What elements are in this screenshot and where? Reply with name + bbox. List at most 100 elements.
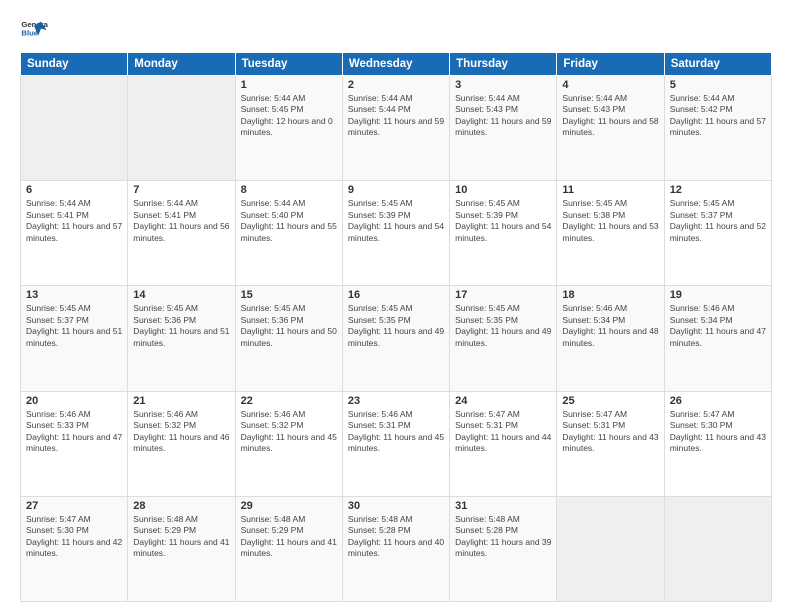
day-info: Sunrise: 5:47 AMSunset: 5:30 PMDaylight:…	[26, 514, 122, 560]
day-info: Sunrise: 5:45 AMSunset: 5:39 PMDaylight:…	[455, 198, 551, 244]
day-number: 21	[133, 395, 229, 407]
day-number: 12	[670, 184, 766, 196]
day-info: Sunrise: 5:46 AMSunset: 5:32 PMDaylight:…	[241, 409, 337, 455]
calendar-cell: 30 Sunrise: 5:48 AMSunset: 5:28 PMDayligh…	[342, 496, 449, 601]
day-number: 7	[133, 184, 229, 196]
calendar-cell: 18Sunrise: 5:46 AMSunset: 5:34 PMDayligh…	[557, 286, 664, 391]
day-info: Sunrise: 5:45 AMSunset: 5:35 PMDaylight:…	[348, 303, 444, 349]
calendar-cell	[21, 76, 128, 181]
day-info: Sunrise: 5:44 AMSunset: 5:44 PMDaylight:…	[348, 93, 444, 139]
calendar-cell: 28Sunrise: 5:48 AMSunset: 5:29 PMDayligh…	[128, 496, 235, 601]
calendar-cell: 25Sunrise: 5:47 AMSunset: 5:31 PMDayligh…	[557, 391, 664, 496]
day-number: 22	[241, 395, 337, 407]
calendar-cell: 24Sunrise: 5:47 AMSunset: 5:31 PMDayligh…	[450, 391, 557, 496]
weekday-header-saturday: Saturday	[664, 53, 771, 76]
logo-icon: General Blue	[20, 16, 48, 44]
calendar-cell: 29 Sunrise: 5:48 AMSunset: 5:29 PMDayligh…	[235, 496, 342, 601]
day-number: 10	[455, 184, 551, 196]
day-number: 14	[133, 289, 229, 301]
day-info: Sunrise: 5:46 AMSunset: 5:34 PMDaylight:…	[670, 303, 766, 349]
day-info: Sunrise: 5:44 AMSunset: 5:40 PMDaylight:…	[241, 198, 337, 244]
calendar-cell: 27 Sunrise: 5:47 AMSunset: 5:30 PMDayligh…	[21, 496, 128, 601]
day-info: Sunrise: 5:48 AMSunset: 5:28 PMDaylight:…	[348, 514, 444, 560]
calendar-cell: 16 Sunrise: 5:45 AMSunset: 5:35 PMDayligh…	[342, 286, 449, 391]
calendar-cell: 21 Sunrise: 5:46 AMSunset: 5:32 PMDayligh…	[128, 391, 235, 496]
calendar-cell	[128, 76, 235, 181]
day-number: 6	[26, 184, 122, 196]
weekday-header-thursday: Thursday	[450, 53, 557, 76]
calendar-cell: 22 Sunrise: 5:46 AMSunset: 5:32 PMDayligh…	[235, 391, 342, 496]
day-info: Sunrise: 5:46 AMSunset: 5:33 PMDaylight:…	[26, 409, 122, 455]
day-number: 25	[562, 395, 658, 407]
calendar-cell: 8 Sunrise: 5:44 AMSunset: 5:40 PMDaylight…	[235, 181, 342, 286]
day-info: Sunrise: 5:48 AMSunset: 5:28 PMDaylight:…	[455, 514, 551, 560]
day-info: Sunrise: 5:45 AMSunset: 5:35 PMDaylight:…	[455, 303, 551, 349]
day-info: Sunrise: 5:44 AMSunset: 5:41 PMDaylight:…	[133, 198, 229, 244]
day-info: Sunrise: 5:44 AMSunset: 5:41 PMDaylight:…	[26, 198, 122, 244]
day-number: 26	[670, 395, 766, 407]
calendar-cell: 6 Sunrise: 5:44 AMSunset: 5:41 PMDaylight…	[21, 181, 128, 286]
day-info: Sunrise: 5:45 AMSunset: 5:38 PMDaylight:…	[562, 198, 658, 244]
calendar-cell: 4 Sunrise: 5:44 AMSunset: 5:43 PMDaylight…	[557, 76, 664, 181]
calendar-cell: 5 Sunrise: 5:44 AMSunset: 5:42 PMDaylight…	[664, 76, 771, 181]
day-info: Sunrise: 5:45 AMSunset: 5:37 PMDaylight:…	[670, 198, 766, 244]
calendar-cell: 26 Sunrise: 5:47 AMSunset: 5:30 PMDayligh…	[664, 391, 771, 496]
day-info: Sunrise: 5:45 AMSunset: 5:39 PMDaylight:…	[348, 198, 444, 244]
day-number: 11	[562, 184, 658, 196]
day-number: 3	[455, 79, 551, 91]
calendar-week-row: 6 Sunrise: 5:44 AMSunset: 5:41 PMDaylight…	[21, 181, 772, 286]
day-number: 2	[348, 79, 444, 91]
day-number: 8	[241, 184, 337, 196]
day-number: 30	[348, 500, 444, 512]
calendar-cell: 1 Sunrise: 5:44 AMSunset: 5:45 PMDaylight…	[235, 76, 342, 181]
calendar-cell: 11 Sunrise: 5:45 AMSunset: 5:38 PMDayligh…	[557, 181, 664, 286]
weekday-header-row: SundayMondayTuesdayWednesdayThursdayFrid…	[21, 53, 772, 76]
day-number: 15	[241, 289, 337, 301]
logo: General Blue	[20, 16, 50, 44]
day-number: 16	[348, 289, 444, 301]
weekday-header-wednesday: Wednesday	[342, 53, 449, 76]
calendar-cell	[557, 496, 664, 601]
day-number: 17	[455, 289, 551, 301]
day-info: Sunrise: 5:45 AMSunset: 5:37 PMDaylight:…	[26, 303, 122, 349]
calendar-table: SundayMondayTuesdayWednesdayThursdayFrid…	[20, 52, 772, 602]
weekday-header-sunday: Sunday	[21, 53, 128, 76]
calendar-cell: 20 Sunrise: 5:46 AMSunset: 5:33 PMDayligh…	[21, 391, 128, 496]
calendar-cell: 2 Sunrise: 5:44 AMSunset: 5:44 PMDaylight…	[342, 76, 449, 181]
calendar-week-row: 27 Sunrise: 5:47 AMSunset: 5:30 PMDayligh…	[21, 496, 772, 601]
day-number: 23	[348, 395, 444, 407]
calendar-cell: 23Sunrise: 5:46 AMSunset: 5:31 PMDayligh…	[342, 391, 449, 496]
day-info: Sunrise: 5:45 AMSunset: 5:36 PMDaylight:…	[133, 303, 229, 349]
calendar-cell: 9 Sunrise: 5:45 AMSunset: 5:39 PMDaylight…	[342, 181, 449, 286]
day-number: 1	[241, 79, 337, 91]
calendar-cell: 17 Sunrise: 5:45 AMSunset: 5:35 PMDayligh…	[450, 286, 557, 391]
page: General Blue SundayMondayTuesdayWednesda…	[0, 0, 792, 612]
day-number: 31	[455, 500, 551, 512]
day-info: Sunrise: 5:46 AMSunset: 5:32 PMDaylight:…	[133, 409, 229, 455]
calendar-cell: 19Sunrise: 5:46 AMSunset: 5:34 PMDayligh…	[664, 286, 771, 391]
day-number: 29	[241, 500, 337, 512]
day-number: 5	[670, 79, 766, 91]
day-info: Sunrise: 5:44 AMSunset: 5:43 PMDaylight:…	[562, 93, 658, 139]
calendar-week-row: 1 Sunrise: 5:44 AMSunset: 5:45 PMDaylight…	[21, 76, 772, 181]
day-number: 27	[26, 500, 122, 512]
day-info: Sunrise: 5:48 AMSunset: 5:29 PMDaylight:…	[241, 514, 337, 560]
day-info: Sunrise: 5:44 AMSunset: 5:42 PMDaylight:…	[670, 93, 766, 139]
day-number: 4	[562, 79, 658, 91]
day-number: 9	[348, 184, 444, 196]
calendar-cell: 13Sunrise: 5:45 AMSunset: 5:37 PMDayligh…	[21, 286, 128, 391]
header: General Blue	[20, 16, 772, 44]
day-number: 24	[455, 395, 551, 407]
day-info: Sunrise: 5:47 AMSunset: 5:30 PMDaylight:…	[670, 409, 766, 455]
day-info: Sunrise: 5:44 AMSunset: 5:43 PMDaylight:…	[455, 93, 551, 139]
weekday-header-friday: Friday	[557, 53, 664, 76]
calendar-cell: 12 Sunrise: 5:45 AMSunset: 5:37 PMDayligh…	[664, 181, 771, 286]
calendar-cell	[664, 496, 771, 601]
day-info: Sunrise: 5:44 AMSunset: 5:45 PMDaylight:…	[241, 93, 337, 139]
calendar-cell: 3 Sunrise: 5:44 AMSunset: 5:43 PMDaylight…	[450, 76, 557, 181]
day-info: Sunrise: 5:48 AMSunset: 5:29 PMDaylight:…	[133, 514, 229, 560]
calendar-week-row: 13Sunrise: 5:45 AMSunset: 5:37 PMDayligh…	[21, 286, 772, 391]
calendar-cell: 15Sunrise: 5:45 AMSunset: 5:36 PMDayligh…	[235, 286, 342, 391]
day-number: 20	[26, 395, 122, 407]
calendar-week-row: 20 Sunrise: 5:46 AMSunset: 5:33 PMDayligh…	[21, 391, 772, 496]
